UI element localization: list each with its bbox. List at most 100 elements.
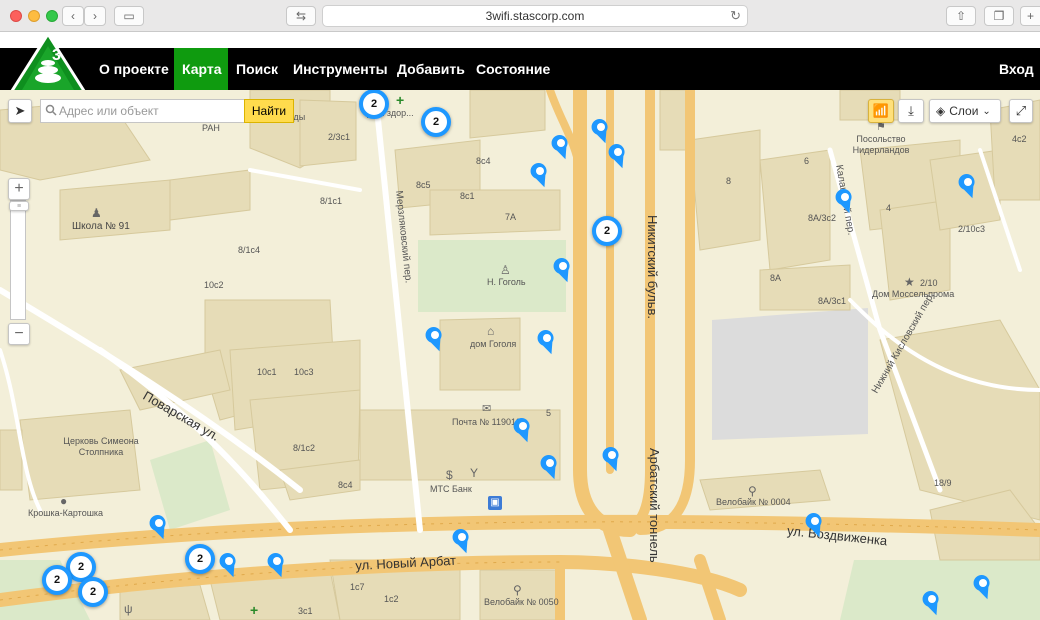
wifi-point-marker[interactable] — [804, 510, 826, 540]
wifi-point-marker[interactable] — [148, 512, 170, 542]
nav-tools[interactable]: Инструменты — [285, 48, 396, 90]
wifi-point-marker[interactable] — [218, 550, 240, 580]
nav-login[interactable]: Вход — [991, 48, 1040, 90]
monument-icon: ♙ — [500, 263, 511, 277]
wifi-point-marker[interactable] — [607, 141, 629, 171]
page-top-strip — [0, 32, 1040, 48]
wifi-point-marker[interactable] — [552, 255, 574, 285]
wifi-point-marker[interactable] — [539, 452, 561, 482]
wifi-point-marker[interactable] — [529, 160, 551, 190]
wifi-point-marker[interactable] — [601, 444, 623, 474]
address-bar[interactable]: 3wifi.stascorp.com ↻ — [322, 5, 748, 27]
new-tab-button[interactable]: + — [1020, 6, 1040, 26]
window-maximize-button[interactable] — [46, 10, 58, 22]
poi-label[interactable]: Почта № 119019 — [452, 417, 521, 427]
download-button[interactable]: ⤓ — [898, 99, 924, 123]
forward-button[interactable]: › — [84, 6, 106, 26]
building-number: 8с4 — [476, 156, 491, 166]
share-button[interactable]: ⇧ — [946, 6, 976, 26]
bike-icon: ⚲ — [748, 484, 757, 498]
sidebar-button[interactable]: ▭ — [114, 6, 144, 26]
chevron-down-icon: ⌄ — [982, 105, 991, 117]
wifi-point-marker[interactable] — [266, 550, 288, 580]
window-minimize-button[interactable] — [28, 10, 40, 22]
map-canvas[interactable]: Поварская ул. ул. Новый Арбат ул. Воздви… — [0, 90, 1040, 620]
plus-icon: + — [14, 180, 24, 197]
poi-label[interactable]: Дом Моссельпрома — [872, 289, 954, 299]
wifi-point-marker[interactable] — [972, 572, 994, 602]
wifi-point-marker[interactable] — [536, 327, 558, 357]
building-number: 1с7 — [350, 582, 365, 592]
building-number: 8А/3с1 — [818, 296, 847, 306]
poi-label[interactable]: Посольство Нидерландов — [846, 134, 916, 156]
zoom-slider-track[interactable] — [10, 200, 26, 320]
plus-icon: + — [1026, 9, 1034, 23]
zoom-in-button[interactable]: + — [8, 178, 30, 200]
nav-map[interactable]: Карта — [174, 48, 228, 90]
tabs-icon: ❐ — [993, 9, 1005, 23]
wifi-cluster-marker[interactable]: 2 — [592, 216, 622, 246]
wifi-point-marker[interactable] — [451, 526, 473, 556]
map-search-button[interactable]: Найти — [244, 99, 294, 123]
zoom-slider-handle[interactable]: ≡ — [9, 201, 29, 211]
reader-button[interactable]: ⇆ — [286, 6, 316, 26]
wifi-cluster-marker[interactable]: 2 — [359, 90, 389, 119]
bus-stop-icon: ▣ — [488, 496, 502, 510]
poi-label[interactable]: Н. Гоголь — [487, 277, 526, 287]
wifi-point-marker[interactable] — [424, 324, 446, 354]
wifi-icon: 📶 — [872, 103, 890, 118]
location-arrow-icon: ➤ — [14, 103, 26, 118]
geolocation-button[interactable]: ➤ — [8, 99, 32, 123]
building-number: 1с2 — [384, 594, 399, 604]
wifi-point-marker[interactable] — [921, 588, 943, 618]
building-number: 8/1с1 — [320, 196, 343, 206]
nav-status[interactable]: Состояние — [468, 48, 558, 90]
expand-icon: ⤢ — [1015, 103, 1027, 118]
star-icon: ★ — [904, 275, 915, 289]
fullscreen-button[interactable]: ⤢ — [1009, 99, 1033, 123]
nav-search[interactable]: Поиск — [228, 48, 286, 90]
layers-label: Слои — [949, 104, 979, 118]
share-icon: ⇧ — [955, 9, 967, 23]
wifi-cluster-marker[interactable]: 2 — [421, 107, 451, 137]
tabs-button[interactable]: ❐ — [984, 6, 1014, 26]
building-number: 10с1 — [257, 367, 277, 377]
wifi-point-marker[interactable] — [834, 186, 856, 216]
download-icon: ⤓ — [908, 103, 914, 118]
reload-icon[interactable]: ↻ — [730, 6, 741, 26]
food-icon: ● — [60, 494, 68, 508]
window-close-button[interactable] — [10, 10, 22, 22]
poi-label[interactable]: дом Гоголя — [470, 339, 516, 349]
building-number: 8 — [726, 176, 732, 186]
site-logo-icon[interactable]: 3 — [8, 32, 88, 96]
bank-icon: $ — [446, 468, 453, 482]
poi-label[interactable]: Велобайк № 0050 — [484, 597, 559, 607]
mail-icon: ✉ — [482, 403, 492, 415]
wifi-cluster-marker[interactable]: 2 — [185, 544, 215, 574]
map-search-input[interactable] — [40, 99, 244, 123]
back-button[interactable]: ‹ — [62, 6, 84, 26]
nav-about[interactable]: О проекте — [91, 48, 177, 90]
sidebar-icon: ▭ — [123, 9, 135, 23]
building-number: 5 — [546, 408, 552, 418]
browser-toolbar: ‹ › ▭ ⇆ 3wifi.stascorp.com ↻ ⇧ ❐ + — [0, 0, 1040, 32]
swap-icon: ⇆ — [295, 9, 307, 23]
wifi-cluster-marker[interactable]: 2 — [42, 565, 72, 595]
wifi-layer-toggle[interactable]: 📶 — [868, 99, 894, 123]
wifi-point-marker[interactable] — [957, 171, 979, 201]
nav-add[interactable]: Добавить — [389, 48, 473, 90]
building-number: 8А/3с2 — [808, 213, 837, 223]
zoom-out-button[interactable]: − — [8, 323, 30, 345]
layers-dropdown[interactable]: ◈ Слои ⌄ — [929, 99, 1001, 123]
building-number: 10с3 — [294, 367, 314, 377]
school-icon: ♟ — [91, 206, 102, 220]
poi-label[interactable]: Школа № 91 — [72, 221, 130, 232]
wifi-point-marker[interactable] — [512, 415, 534, 445]
building-number: 4 — [886, 203, 892, 213]
wifi-point-marker[interactable] — [550, 132, 572, 162]
poi-label[interactable]: Велобайк № 0004 — [716, 497, 791, 507]
poi-label[interactable]: Крошка-Картошка — [28, 508, 103, 518]
poi-label[interactable]: Церковь Симеона Столпника — [58, 436, 144, 458]
poi-label[interactable]: МТС Банк — [430, 484, 472, 494]
wifi-cluster-marker[interactable]: 2 — [78, 577, 108, 607]
